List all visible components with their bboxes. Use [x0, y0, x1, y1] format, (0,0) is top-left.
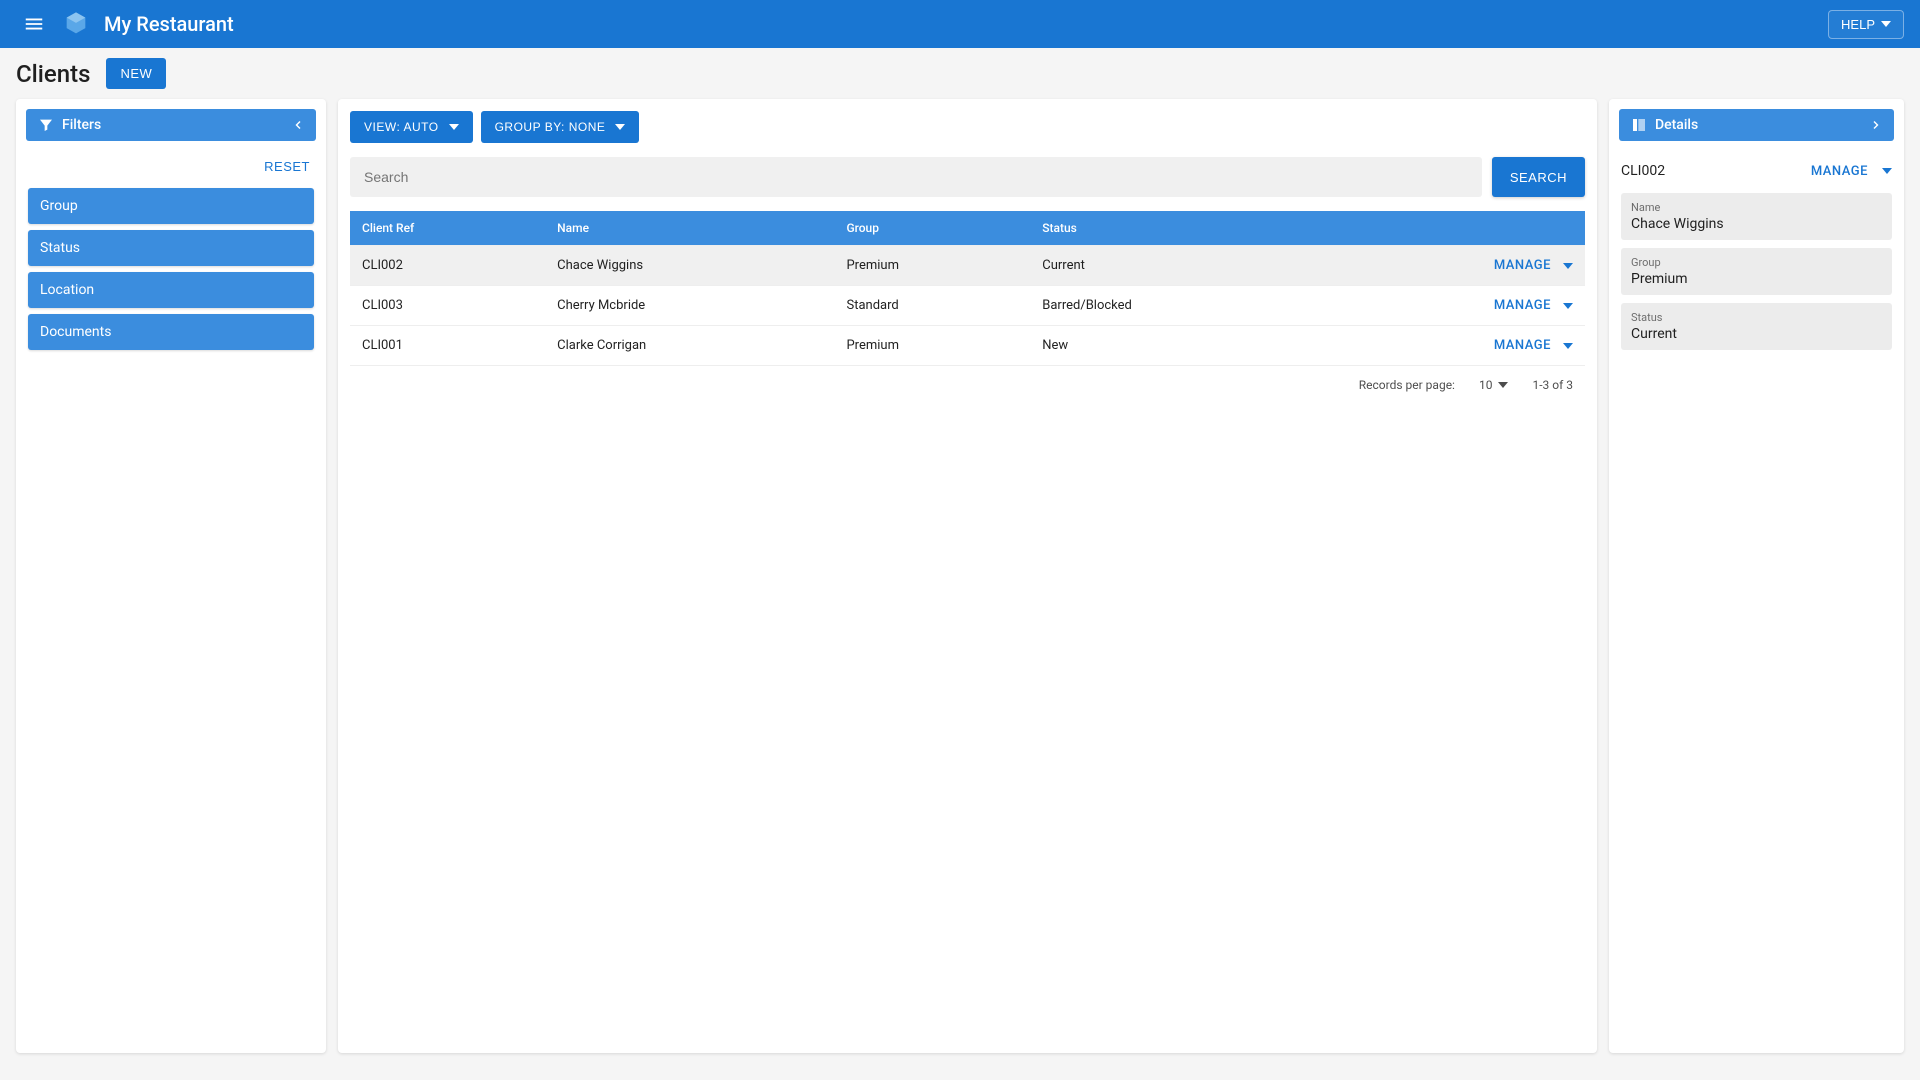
- filter-category[interactable]: Location: [28, 272, 314, 308]
- table-row[interactable]: CLI001Clarke CorriganPremiumNew MANAGE: [350, 326, 1585, 366]
- new-button[interactable]: NEW: [106, 58, 166, 89]
- caret-down-icon[interactable]: [1882, 168, 1892, 174]
- cell-group: Standard: [834, 286, 1030, 326]
- details-panel: Details CLI002 MANAGE Name Chace Wiggins G…: [1609, 99, 1904, 1053]
- app-bar: My Restaurant HELP: [0, 0, 1920, 48]
- table-row[interactable]: CLI003Cherry McbrideStandardBarred/Block…: [350, 286, 1585, 326]
- help-button[interactable]: HELP: [1828, 10, 1904, 39]
- cell-name: Clarke Corrigan: [545, 326, 834, 366]
- manage-link[interactable]: MANAGE: [1494, 298, 1551, 313]
- filter-category[interactable]: Status: [28, 230, 314, 266]
- details-ref: CLI002: [1621, 163, 1811, 179]
- filter-icon: [38, 117, 54, 133]
- caret-down-icon[interactable]: [1563, 303, 1573, 309]
- detail-value: Current: [1631, 326, 1882, 342]
- cell-status: New: [1030, 326, 1321, 366]
- cell-group: Premium: [834, 246, 1030, 286]
- details-body: CLI002 MANAGE Name Chace Wiggins Group Prem…: [1609, 151, 1904, 370]
- cell-name: Chace Wiggins: [545, 246, 834, 286]
- detail-value: Premium: [1631, 271, 1882, 287]
- help-label: HELP: [1841, 17, 1875, 32]
- column-header[interactable]: Name: [545, 211, 834, 246]
- filter-category[interactable]: Group: [28, 188, 314, 224]
- view-label: VIEW: AUTO: [364, 120, 439, 134]
- groupby-label: GROUP BY: NONE: [495, 120, 606, 134]
- details-manage-link[interactable]: MANAGE: [1811, 164, 1868, 179]
- page-header: Clients NEW: [0, 48, 1920, 99]
- content-panel: VIEW: AUTO GROUP BY: NONE SEARCH Client …: [338, 99, 1597, 1053]
- details-header[interactable]: Details: [1619, 109, 1894, 141]
- search-button[interactable]: SEARCH: [1492, 157, 1585, 197]
- app-logo: [60, 8, 92, 40]
- menu-button[interactable]: [16, 6, 52, 42]
- column-header[interactable]: Status: [1030, 211, 1321, 246]
- per-page-value: 10: [1479, 378, 1493, 392]
- caret-down-icon[interactable]: [1563, 263, 1573, 269]
- chevron-right-icon: [1870, 119, 1882, 131]
- detail-value: Chace Wiggins: [1631, 216, 1882, 232]
- manage-link[interactable]: MANAGE: [1494, 258, 1551, 273]
- table-header-row: Client RefNameGroupStatus: [350, 211, 1585, 246]
- table-row[interactable]: CLI002Chace WigginsPremiumCurrent MANAGE: [350, 246, 1585, 286]
- page-range: 1-3 of 3: [1532, 378, 1573, 392]
- detail-label: Status: [1631, 311, 1882, 324]
- app-title: My Restaurant: [104, 12, 1828, 36]
- cell-actions: MANAGE: [1321, 326, 1585, 366]
- details-title: Details: [1655, 117, 1698, 133]
- caret-down-icon: [615, 124, 625, 130]
- search-input[interactable]: [350, 157, 1482, 197]
- caret-down-icon[interactable]: [1563, 343, 1573, 349]
- cell-ref: CLI001: [350, 326, 545, 366]
- records-label: Records per page:: [1359, 378, 1455, 392]
- groupby-dropdown[interactable]: GROUP BY: NONE: [481, 111, 640, 143]
- per-page-select[interactable]: 10: [1477, 376, 1511, 394]
- cell-ref: CLI003: [350, 286, 545, 326]
- filters-title: Filters: [62, 117, 101, 133]
- clients-table: Client RefNameGroupStatus CLI002Chace Wi…: [350, 211, 1585, 365]
- cell-ref: CLI002: [350, 246, 545, 286]
- column-header-actions: [1321, 211, 1585, 246]
- cell-status: Current: [1030, 246, 1321, 286]
- table-footer: Records per page: 10 1-3 of 3: [350, 365, 1585, 404]
- hamburger-icon: [23, 13, 45, 35]
- page-title: Clients: [16, 60, 90, 88]
- cell-group: Premium: [834, 326, 1030, 366]
- filters-header[interactable]: Filters: [26, 109, 316, 141]
- content-toolbar: VIEW: AUTO GROUP BY: NONE: [350, 111, 1585, 143]
- chevron-left-icon: [292, 119, 304, 131]
- detail-field: Name Chace Wiggins: [1621, 193, 1892, 240]
- cell-actions: MANAGE: [1321, 286, 1585, 326]
- filter-category[interactable]: Documents: [28, 314, 314, 350]
- manage-link[interactable]: MANAGE: [1494, 338, 1551, 353]
- detail-field: Status Current: [1621, 303, 1892, 350]
- detail-field: Group Premium: [1621, 248, 1892, 295]
- column-header[interactable]: Group: [834, 211, 1030, 246]
- cell-status: Barred/Blocked: [1030, 286, 1321, 326]
- caret-down-icon: [449, 124, 459, 130]
- caret-down-icon: [1498, 382, 1508, 388]
- main-layout: Filters RESET GroupStatusLocationDocumen…: [0, 99, 1920, 1069]
- cell-actions: MANAGE: [1321, 246, 1585, 286]
- column-header[interactable]: Client Ref: [350, 211, 545, 246]
- caret-down-icon: [1881, 21, 1891, 27]
- view-dropdown[interactable]: VIEW: AUTO: [350, 111, 473, 143]
- filters-body: RESET Group Status Location Documents: [16, 151, 326, 368]
- details-icon: [1631, 117, 1647, 133]
- filters-panel: Filters RESET Group Status Location Documen…: [16, 99, 326, 1053]
- cell-name: Cherry Mcbride: [545, 286, 834, 326]
- search-row: SEARCH: [350, 157, 1585, 197]
- reset-button[interactable]: RESET: [264, 159, 310, 174]
- detail-label: Group: [1631, 256, 1882, 269]
- detail-label: Name: [1631, 201, 1882, 214]
